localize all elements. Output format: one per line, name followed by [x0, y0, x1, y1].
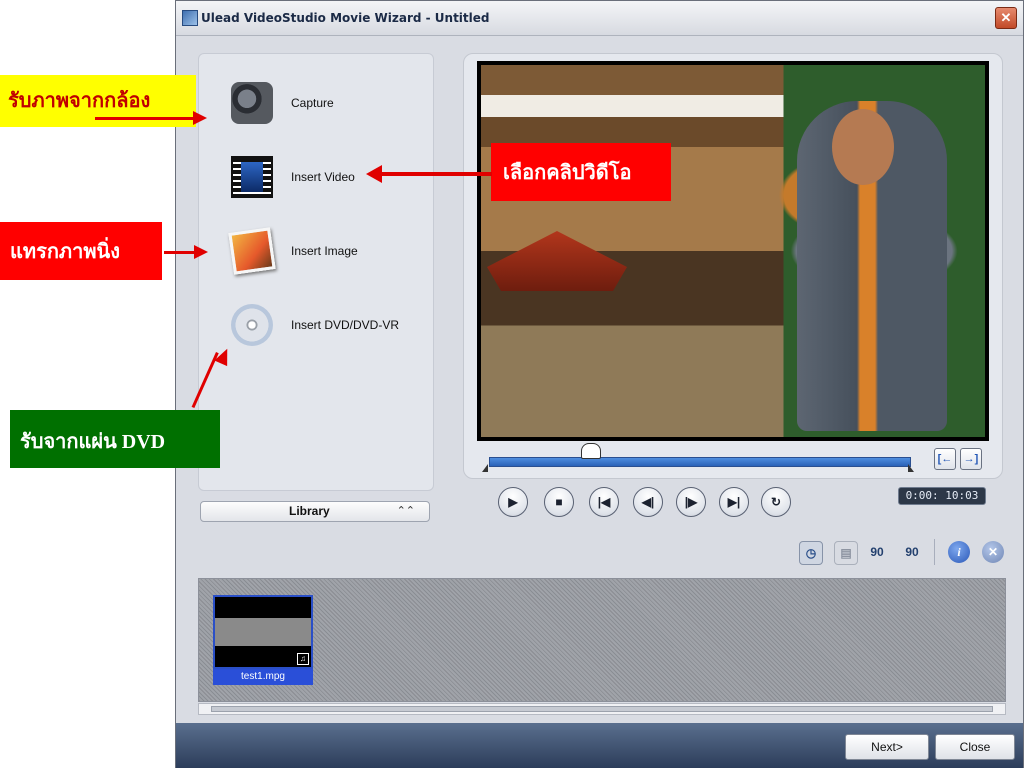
capture-label: Capture [291, 96, 334, 110]
mark-out-button[interactable]: →] [960, 448, 982, 470]
go-to-end-button[interactable]: ▶| [719, 487, 749, 517]
play-button[interactable]: ▶ [498, 487, 528, 517]
annotation-insert-dvd: รับจากแผ่น DVD [10, 410, 220, 468]
toolbar-divider [934, 539, 935, 565]
repeat-button[interactable]: ↻ [761, 487, 791, 517]
info-icon[interactable]: i [948, 541, 970, 563]
annotation-video-arrowhead [366, 165, 382, 183]
next-button[interactable]: Next> [845, 734, 929, 760]
stop-button[interactable]: ■ [544, 487, 574, 517]
scrub-handle[interactable] [580, 443, 601, 459]
clip-name: test1.mpg [213, 669, 313, 685]
library-label: Library [289, 504, 330, 518]
double-chevron-up-icon: ⌃⌃ [396, 505, 415, 517]
capture-button[interactable]: Capture [209, 76, 429, 132]
window-close-button[interactable]: ✕ [995, 7, 1017, 29]
window-title: Ulead VideoStudio Movie Wizard - Untitle… [201, 11, 490, 25]
scrollbar-thumb[interactable] [211, 706, 993, 712]
insert-image-label: Insert Image [291, 244, 358, 258]
rotate-left-icon[interactable]: 90 [866, 541, 888, 563]
app-icon [182, 10, 198, 26]
trim-start-marker[interactable] [482, 464, 488, 472]
rotate-right-icon[interactable]: 90 [901, 541, 923, 563]
storyboard-scrollbar[interactable] [198, 703, 1006, 715]
scrub-bar[interactable] [489, 457, 911, 467]
dvd-disc-icon [231, 304, 273, 346]
insert-dvd-label: Insert DVD/DVD-VR [291, 318, 400, 332]
next-frame-button[interactable]: |▶ [676, 487, 706, 517]
go-to-start-button[interactable]: |◀ [589, 487, 619, 517]
movie-wizard-window: Ulead VideoStudio Movie Wizard - Untitle… [175, 0, 1024, 768]
save-frame-icon[interactable]: ▤ [834, 541, 858, 565]
annotation-image-arrow [164, 251, 196, 254]
library-toggle-button[interactable]: Library ⌃⌃ [200, 501, 430, 522]
annotation-image-arrowhead [194, 245, 208, 259]
annotation-insert-image: แทรกภาพนิ่ง [0, 222, 162, 280]
title-bar: Ulead VideoStudio Movie Wizard - Untitle… [176, 1, 1023, 36]
annotation-insert-video: เลือกคลิปวิดีโอ [491, 143, 671, 201]
storyboard-panel: ♫ test1.mpg [198, 578, 1006, 702]
camcorder-icon [231, 82, 273, 124]
insert-dvd-button[interactable]: Insert DVD/DVD-VR [209, 298, 429, 354]
annotation-capture-arrowhead [193, 111, 207, 125]
clip-thumbnail[interactable]: ♫ test1.mpg [213, 595, 313, 687]
remove-icon[interactable]: ✕ [982, 541, 1004, 563]
mark-in-button[interactable]: [← [934, 448, 956, 470]
film-strip-icon [231, 156, 273, 198]
close-button[interactable]: Close [935, 734, 1015, 760]
annotation-capture-arrow [95, 117, 195, 120]
insert-video-button[interactable]: Insert Video [209, 150, 429, 206]
media-tools-panel: Capture Insert Video Insert Image Insert… [198, 53, 434, 491]
annotation-video-arrow [380, 172, 492, 176]
photo-icon [228, 227, 276, 275]
video-preview [477, 61, 989, 441]
video-badge-icon: ♫ [297, 653, 309, 665]
trim-end-marker[interactable] [908, 464, 914, 472]
wizard-footer: Next> Close [176, 723, 1023, 768]
duration-clock-icon[interactable]: ◷ [799, 541, 823, 565]
timecode-display[interactable]: 0:00: 10:03 [898, 487, 986, 505]
insert-video-label: Insert Video [291, 170, 355, 184]
insert-image-button[interactable]: Insert Image [209, 224, 429, 280]
previous-frame-button[interactable]: ◀| [633, 487, 663, 517]
video-face [832, 109, 894, 185]
